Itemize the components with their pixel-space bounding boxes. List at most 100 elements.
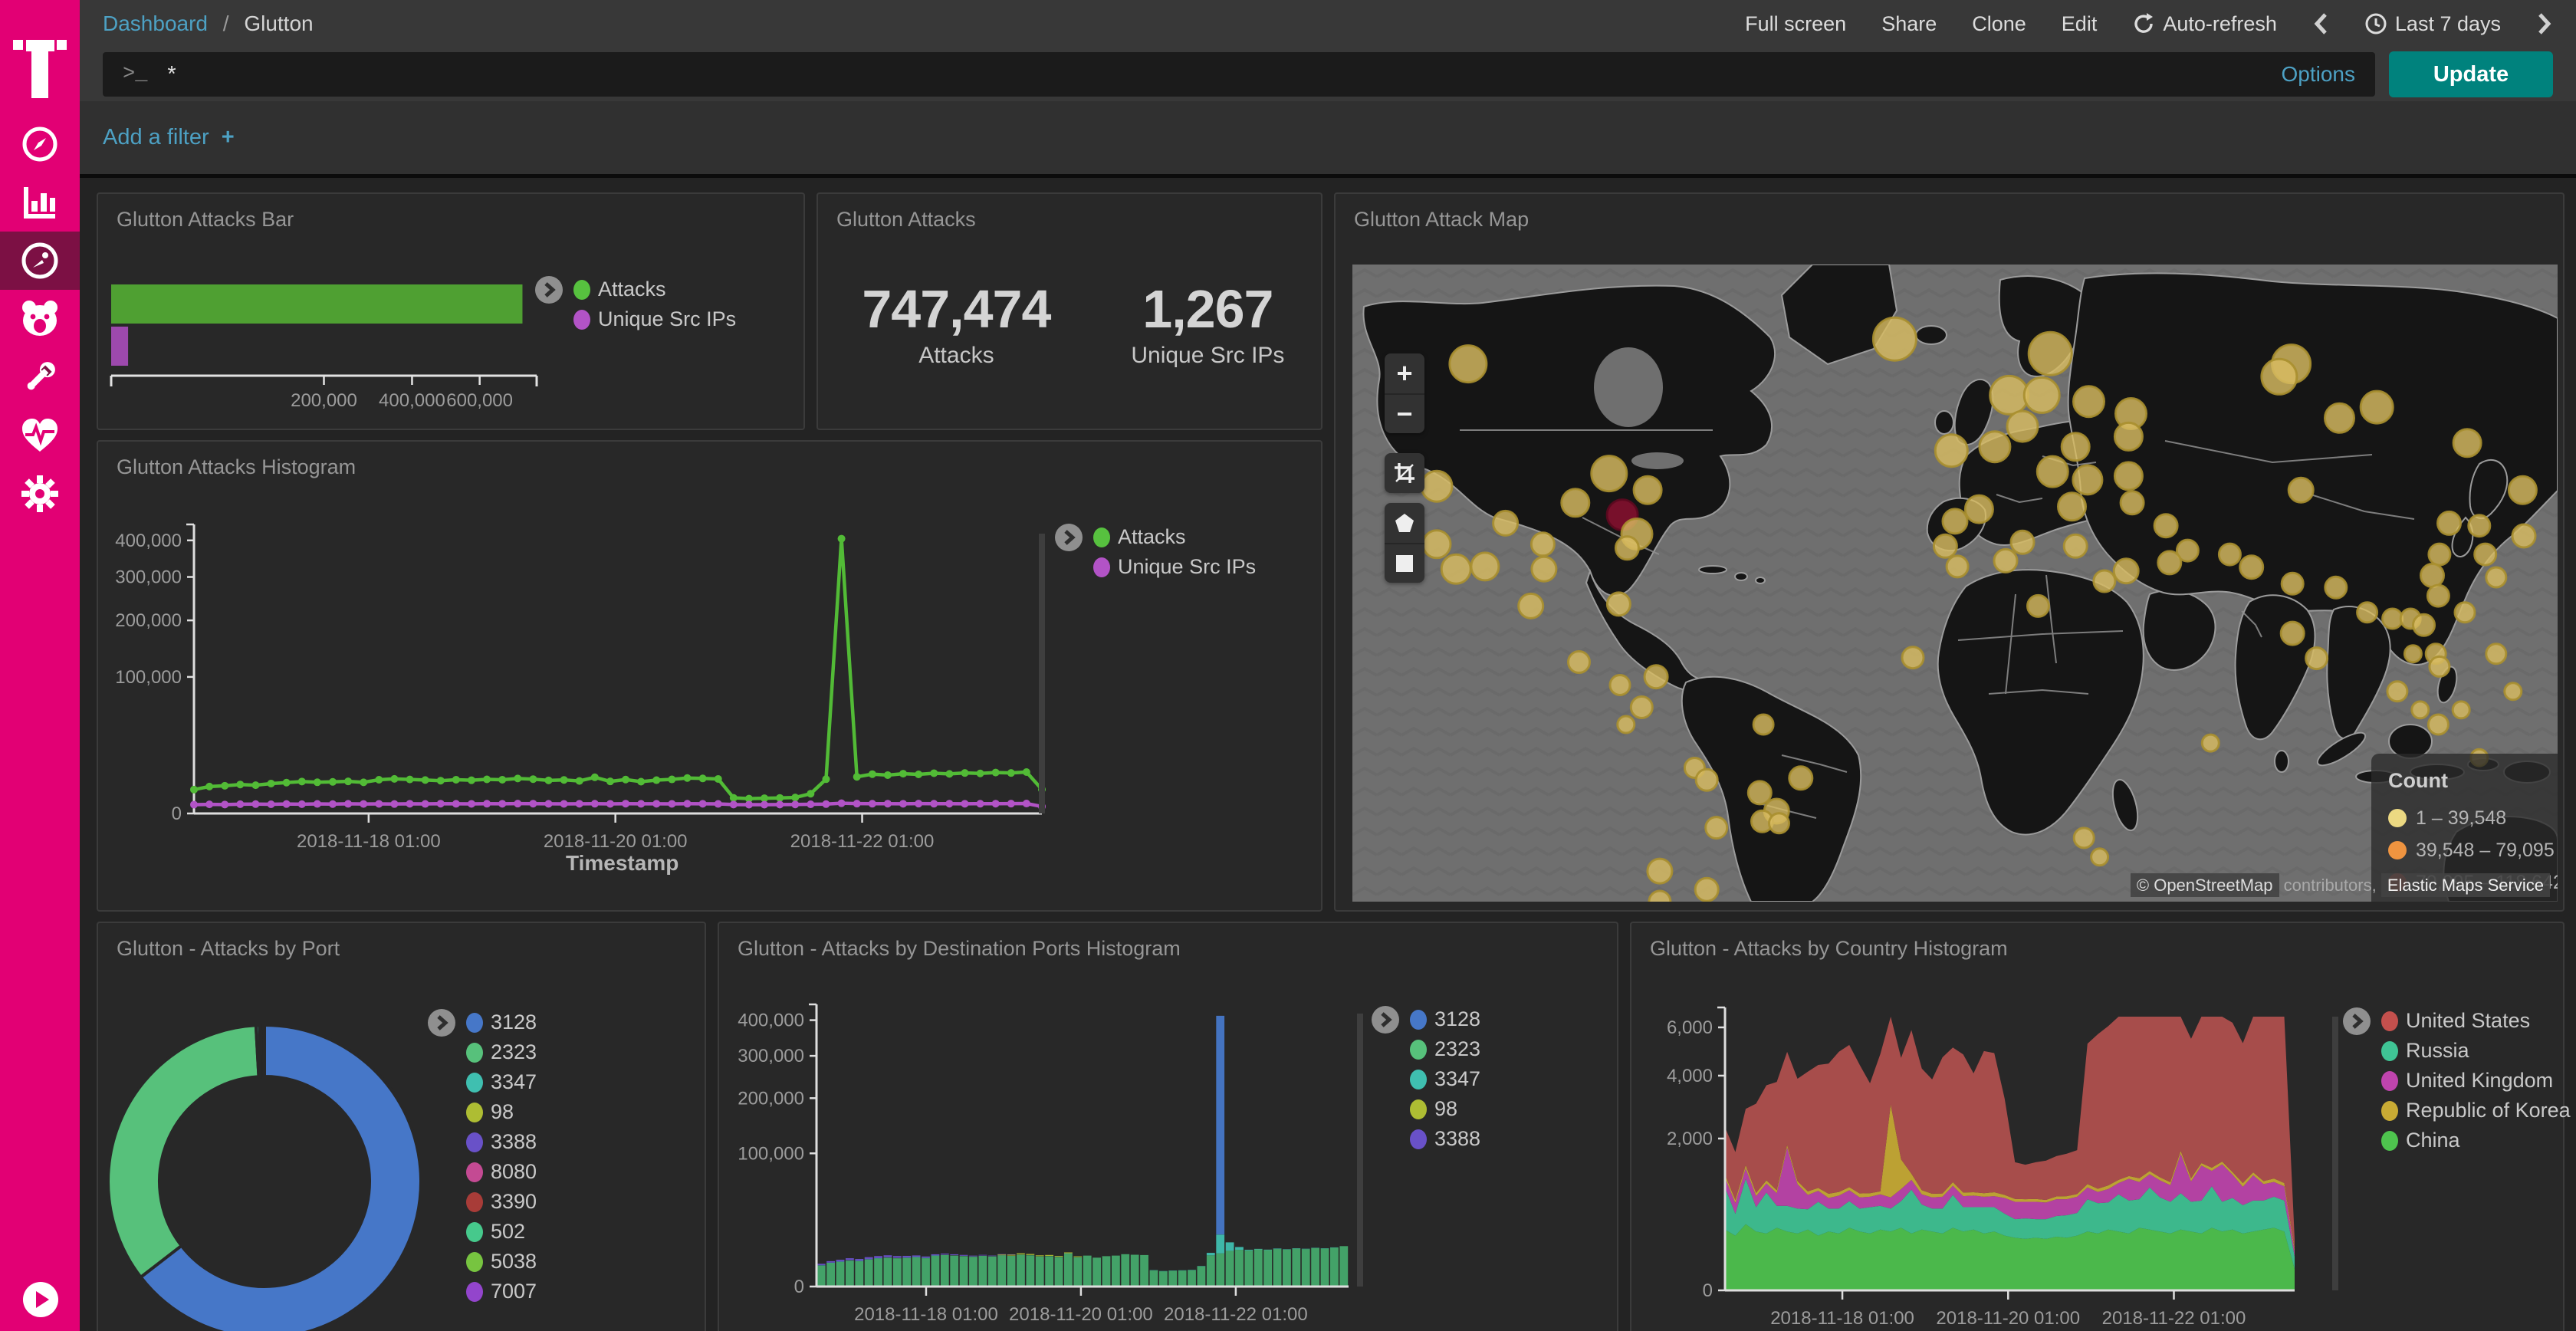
legend-chevron-button[interactable] <box>428 1009 455 1037</box>
panel-title: Glutton - Attacks by Destination Ports H… <box>738 937 1181 961</box>
edit-button[interactable]: Edit <box>2062 12 2098 36</box>
legend-item[interactable]: 3347 <box>1410 1064 1480 1094</box>
legend-item[interactable]: 3128 <box>1410 1004 1480 1034</box>
query-bar: >_ * Options Update <box>80 48 2576 101</box>
svg-text:200,000: 200,000 <box>738 1088 804 1109</box>
legend-label: Unique Src IPs <box>598 307 736 331</box>
telekom-logo[interactable] <box>0 0 80 115</box>
crop-icon[interactable] <box>1385 453 1424 493</box>
time-forward-button[interactable] <box>2536 12 2553 36</box>
legend-item[interactable]: 5038 <box>466 1247 537 1277</box>
svg-text:2018-11-18 01:00: 2018-11-18 01:00 <box>854 1304 998 1325</box>
share-button[interactable]: Share <box>1881 12 1937 36</box>
legend-scrollbar[interactable] <box>1357 1014 1363 1287</box>
telekom-logo-stem <box>31 40 48 98</box>
legend-item[interactable]: 3388 <box>466 1127 537 1157</box>
auto-refresh-button[interactable]: Auto-refresh <box>2132 12 2277 36</box>
legend-dot-icon <box>466 1162 483 1182</box>
legend-chevron-button[interactable] <box>1372 1006 1399 1034</box>
map-legend-item: 39,548 – 79,095 <box>2388 834 2554 866</box>
legend-item[interactable]: Unique Src IPs <box>573 304 736 334</box>
svg-text:200,000: 200,000 <box>115 610 182 631</box>
sidebar-item-discover[interactable] <box>0 115 80 173</box>
panel-title: Glutton Attack Map <box>1354 208 1529 232</box>
legend: 3128 2323 3347 98 338880803390 502 50387007 <box>428 1007 537 1306</box>
time-back-button[interactable] <box>2312 12 2329 36</box>
sidebar-item-dev-tools[interactable] <box>0 348 80 406</box>
ems-attribution[interactable]: Elastic Maps Service <box>2381 873 2550 897</box>
panel-title: Glutton Attacks Bar <box>117 208 294 232</box>
rectangle-icon[interactable] <box>1385 543 1424 583</box>
legend-item[interactable]: 3390 <box>466 1187 537 1217</box>
legend-item[interactable]: Attacks <box>1093 522 1256 552</box>
gear-icon <box>20 474 60 514</box>
map-legend-dot-icon <box>2388 809 2407 827</box>
panel-title: Glutton - Attacks by Port <box>117 937 340 961</box>
metric-value: 1,267 <box>1095 278 1321 340</box>
legend-label: 502 <box>491 1220 525 1244</box>
zoom-in-button[interactable]: + <box>1385 353 1424 393</box>
legend-chevron-button[interactable] <box>535 276 563 304</box>
legend-dot-icon <box>2381 1101 2398 1121</box>
legend-item[interactable]: 98 <box>466 1097 537 1127</box>
legend-dot-icon <box>1410 1040 1427 1060</box>
panel-title: Glutton - Attacks by Country Histogram <box>1650 937 2008 961</box>
legend-item[interactable]: Republic of Korea <box>2381 1096 2571 1126</box>
legend: 312823233347983388 <box>1372 1004 1480 1154</box>
sidebar-item-dashboard[interactable] <box>0 232 80 290</box>
legend-label: Attacks <box>598 278 666 301</box>
legend-label: 98 <box>491 1100 514 1124</box>
sidebar-item-monitoring[interactable] <box>0 406 80 465</box>
search-input[interactable]: >_ * Options <box>103 52 2375 97</box>
sidebar <box>0 0 80 1331</box>
legend-item[interactable]: China <box>2381 1126 2571 1155</box>
legend-item[interactable]: 2323 <box>1410 1034 1480 1064</box>
legend-label: United Kingdom <box>2406 1069 2553 1093</box>
svg-text:2018-11-22 01:00: 2018-11-22 01:00 <box>1164 1304 1308 1325</box>
svg-text:100,000: 100,000 <box>738 1143 804 1164</box>
add-filter-button[interactable]: Add a filter + <box>103 125 235 150</box>
legend-chevron-button[interactable] <box>1055 524 1083 551</box>
legend-item[interactable]: 7007 <box>466 1277 537 1306</box>
legend-item[interactable]: 502 <box>466 1217 537 1247</box>
polygon-icon[interactable] <box>1385 503 1424 543</box>
sidebar-item-management[interactable] <box>0 465 80 523</box>
legend-item[interactable]: United States <box>2381 1006 2571 1036</box>
osm-attribution[interactable]: © OpenStreetMap <box>2131 873 2279 897</box>
svg-text:400,000: 400,000 <box>115 531 182 551</box>
panel-title: Glutton Attacks Histogram <box>117 455 356 479</box>
legend-item[interactable]: Attacks <box>573 274 736 304</box>
legend-item[interactable]: United Kingdom <box>2381 1066 2571 1096</box>
legend-item[interactable]: 3388 <box>1410 1124 1480 1154</box>
options-link[interactable]: Options <box>2282 62 2356 87</box>
legend-item[interactable]: 3128 <box>466 1007 537 1037</box>
legend-item[interactable]: Russia <box>2381 1036 2571 1066</box>
svg-text:400,000: 400,000 <box>738 1011 804 1031</box>
full-screen-button[interactable]: Full screen <box>1745 12 1846 36</box>
legend-item[interactable]: Unique Src IPs <box>1093 552 1256 582</box>
update-button[interactable]: Update <box>2389 51 2553 97</box>
legend-label: 2323 <box>491 1040 537 1064</box>
legend-dot-icon <box>466 1222 483 1242</box>
play-icon <box>36 1291 49 1308</box>
sidebar-item-visualize[interactable] <box>0 173 80 232</box>
metric-attacks: 747,474 Attacks <box>818 278 1095 369</box>
legend-item[interactable]: 98 <box>1410 1094 1480 1124</box>
legend-dot-icon <box>466 1103 483 1122</box>
sidebar-item-honeypot[interactable] <box>0 290 80 348</box>
legend-label: Attacks <box>1118 525 1186 549</box>
world-map[interactable]: + − Count 1 – 39,54839,548 – 79,09579,0 <box>1352 265 2558 902</box>
legend-scrollbar[interactable] <box>2332 1017 2338 1290</box>
time-picker-button[interactable]: Last 7 days <box>2364 12 2501 36</box>
sidebar-expand-button[interactable] <box>23 1282 58 1317</box>
legend-chevron-button[interactable] <box>2343 1007 2371 1035</box>
map-attribution: © OpenStreetMap contributors, Elastic Ma… <box>2131 876 2550 896</box>
breadcrumb-dashboard-link[interactable]: Dashboard <box>103 12 208 35</box>
legend-scrollbar[interactable] <box>1039 534 1045 813</box>
zoom-out-button[interactable]: − <box>1385 393 1424 433</box>
legend-item[interactable]: 8080 <box>466 1157 537 1187</box>
legend-item[interactable]: 2323 <box>466 1037 537 1067</box>
top-navigation-bar: Dashboard / Glutton Full screen Share Cl… <box>80 0 2576 48</box>
legend-item[interactable]: 3347 <box>466 1067 537 1097</box>
clone-button[interactable]: Clone <box>1972 12 2026 36</box>
